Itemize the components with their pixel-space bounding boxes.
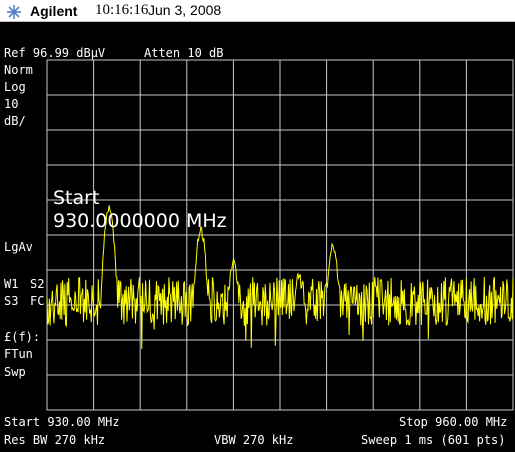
analyzer-screen: Ref 96.99 dBµV Atten 10 dB Norm Log 10 d…	[0, 22, 515, 452]
trace-s2-label: S2	[30, 277, 45, 291]
trace-w1-label: W1	[4, 277, 19, 291]
ref-level-label: Ref 96.99 dBµV	[4, 46, 106, 60]
scale-type-label: Log	[4, 80, 26, 94]
brand-name: Agilent	[30, 3, 78, 19]
start-freq-label: Start 930.00 MHz	[4, 415, 120, 429]
clock-date: Jun 3, 2008	[148, 2, 222, 18]
scale-unit-label: dB/	[4, 114, 26, 128]
spectrum-plot	[46, 59, 514, 411]
title-bar: Agilent 10:16:16 Jun 3, 2008	[0, 0, 515, 22]
active-function-label: Start	[53, 187, 100, 209]
freq-corr-label: £(f):	[4, 330, 41, 344]
ftun-label: FTun	[4, 347, 33, 361]
sweep-label: Sweep 1 ms (601 pts)	[361, 433, 506, 447]
attenuation-label: Atten 10 dB	[144, 46, 224, 60]
agilent-logo-icon	[7, 5, 21, 19]
averaging-label: LgAv	[4, 240, 33, 254]
stop-freq-label: Stop 960.00 MHz	[399, 415, 508, 429]
vbw-label: VBW 270 kHz	[214, 433, 294, 447]
detector-norm-label: Norm	[4, 63, 33, 77]
res-bw-label: Res BW 270 kHz	[4, 433, 106, 447]
clock-time: 10:16:16	[95, 2, 149, 18]
scale-value-label: 10	[4, 97, 19, 111]
active-function-value: 930.0000000 MHz	[53, 210, 227, 232]
trace-fc-label: FC	[30, 294, 45, 308]
swp-label: Swp	[4, 365, 26, 379]
trace-s3-label: S3	[4, 294, 19, 308]
